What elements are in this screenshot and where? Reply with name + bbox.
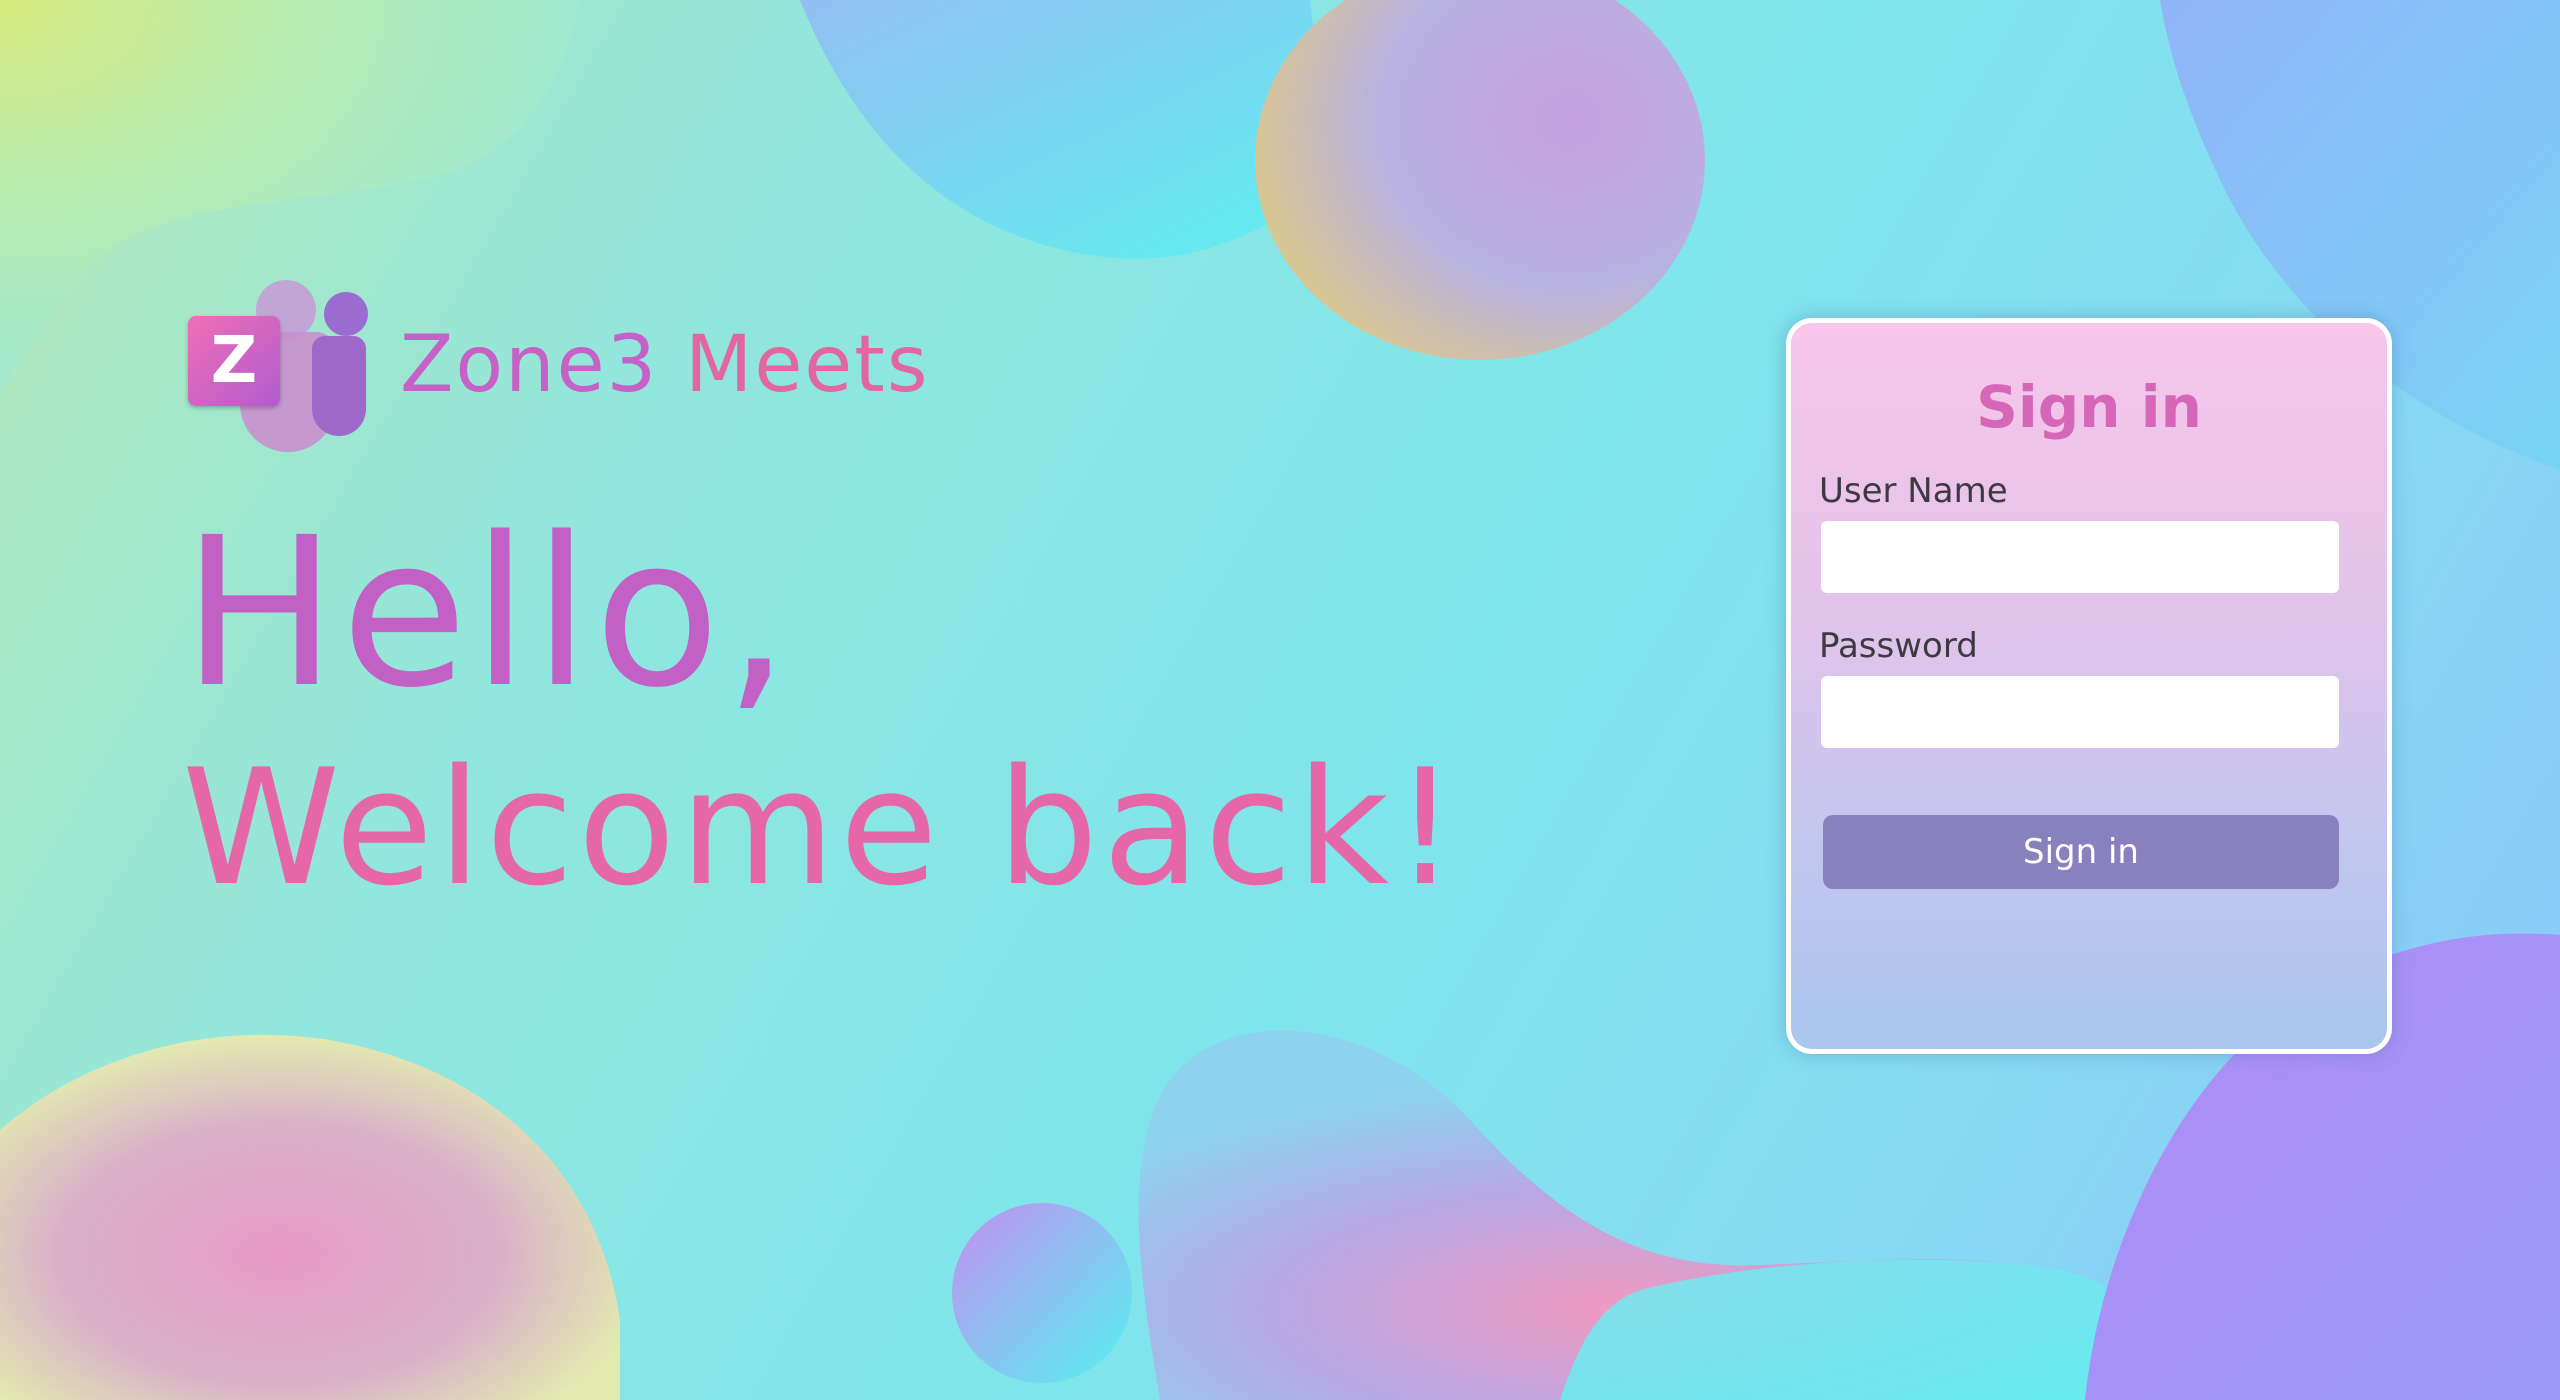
zone3-logo-icon: Z — [184, 272, 374, 452]
password-input[interactable] — [1821, 676, 2339, 748]
signin-card: Sign in User Name Password Sign in — [1786, 318, 2392, 1054]
brand-name: Zone3 Meets — [400, 320, 930, 410]
signin-button[interactable]: Sign in — [1823, 815, 2339, 889]
password-label: Password — [1819, 626, 1978, 666]
brand-header: Z Zone3 Meets — [184, 272, 984, 452]
signin-title: Sign in — [1976, 373, 2202, 441]
hero-welcome: Welcome back! — [182, 734, 1462, 921]
username-input[interactable] — [1821, 521, 2339, 593]
brand-name-meets: Meets — [685, 320, 930, 410]
hero-greeting: Hello, — [182, 493, 794, 733]
logo-letter: Z — [188, 316, 280, 406]
brand-name-zone3: Zone3 — [400, 320, 659, 410]
username-label: User Name — [1819, 471, 2008, 511]
